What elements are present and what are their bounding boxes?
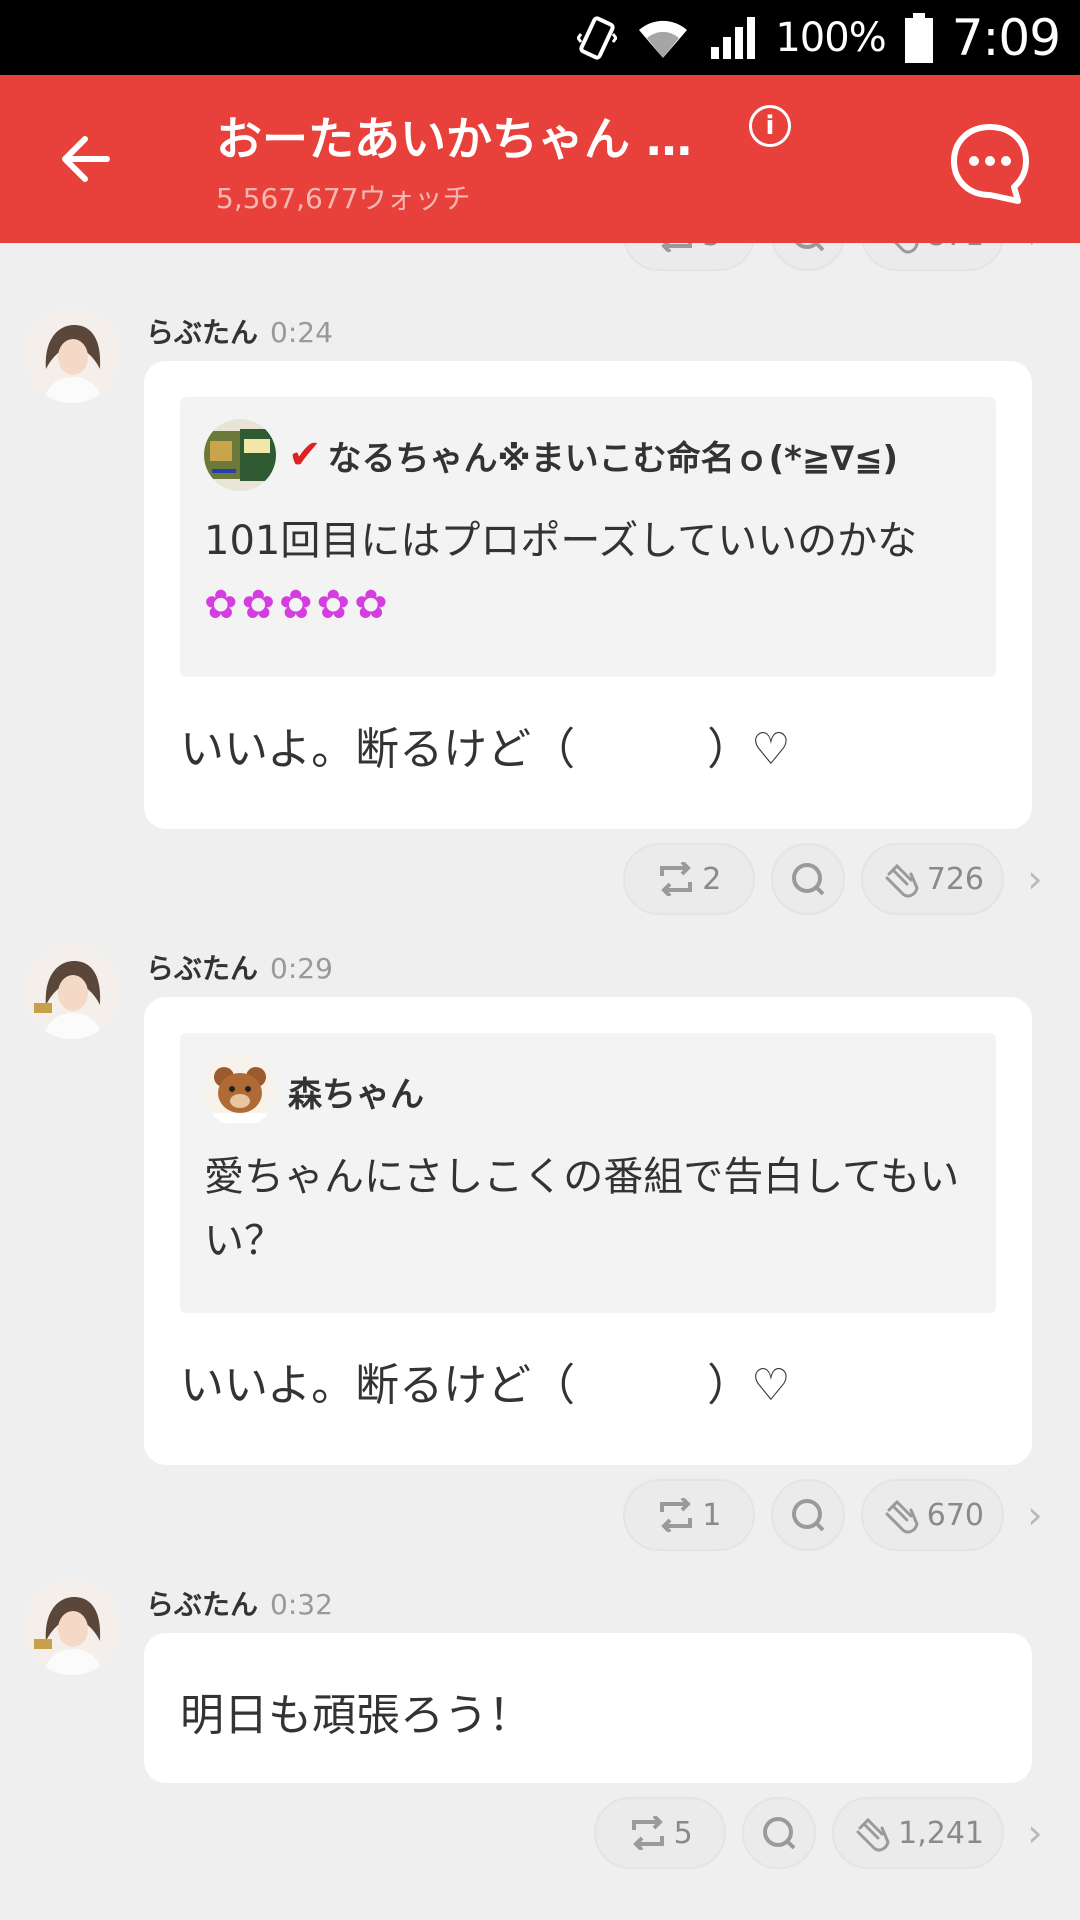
reply-icon xyxy=(763,1817,796,1850)
app-header: おーたあいかちゃん … i 5,567,677ウォッチ xyxy=(0,75,1080,243)
vibrate-icon xyxy=(577,14,618,62)
reply-icon xyxy=(794,243,825,252)
quote-avatar xyxy=(204,1055,276,1127)
author-name: らぶたん xyxy=(146,1588,259,1621)
repost-icon xyxy=(631,1816,664,1850)
back-button[interactable] xyxy=(50,127,120,191)
action-row: 2 726 › xyxy=(622,841,1050,917)
post-author: らぶたん 0:29 xyxy=(146,947,333,987)
repost-button[interactable]: 5 xyxy=(594,1797,727,1869)
repost-icon xyxy=(660,1498,693,1532)
quote-author: なるちゃん※まいこむ命名ｏ(*≧∇≦) xyxy=(327,438,899,479)
author-name: らぶたん xyxy=(146,316,259,349)
clap-button[interactable]: 726 xyxy=(860,843,1004,915)
repost-button[interactable]: 2 xyxy=(622,843,755,915)
message-text: いいよ。断るけど（ ）♡ xyxy=(180,1360,791,1411)
chat-button[interactable] xyxy=(948,121,1032,205)
quote-header: 森ちゃん xyxy=(204,1055,424,1127)
message-bubble[interactable]: 明日も頑張ろう！ xyxy=(144,1633,1032,1783)
action-row: 1 670 › xyxy=(622,1477,1050,1553)
arrow-left-icon xyxy=(62,136,110,182)
clap-icon xyxy=(893,243,919,254)
chevron-right-icon[interactable]: › xyxy=(1020,857,1050,901)
clap-count: 670 xyxy=(926,1497,984,1533)
reply-button[interactable] xyxy=(770,843,845,915)
clap-icon xyxy=(885,863,919,898)
watch-count: 5,567,677ウォッチ xyxy=(216,182,471,215)
chevron-right-icon[interactable]: › xyxy=(1020,1493,1050,1537)
quote-header: ✔ なるちゃん※まいこむ命名ｏ(*≧∇≦) xyxy=(204,419,898,491)
repost-icon xyxy=(661,243,693,252)
post-time: 0:29 xyxy=(270,952,333,985)
clap-button[interactable]: 871 xyxy=(860,243,1004,271)
clap-count: 726 xyxy=(926,861,984,897)
repost-count: 5 xyxy=(702,243,721,253)
repost-count: 5 xyxy=(673,1815,693,1851)
reply-button[interactable] xyxy=(742,1797,817,1869)
avatar[interactable] xyxy=(24,307,120,403)
clap-button[interactable]: 670 xyxy=(860,1479,1004,1551)
clap-icon xyxy=(856,1817,890,1852)
message-bubble[interactable]: 森ちゃん 愛ちゃんにさしこくの番組で告白してもいい？ いいよ。断るけど（ ）♡ xyxy=(144,997,1032,1465)
message-text: いいよ。断るけど（ ）♡ xyxy=(180,724,791,775)
quote-text: 愛ちゃんにさしこくの番組で告白してもいい？ xyxy=(204,1154,960,1264)
chevron-right-icon[interactable]: › xyxy=(1020,1811,1050,1855)
chat-bubble-icon xyxy=(951,124,1029,204)
post-time: 0:32 xyxy=(270,1588,333,1621)
repost-count: 1 xyxy=(702,1497,722,1533)
battery-icon xyxy=(904,12,934,64)
wifi-icon xyxy=(635,16,691,60)
signal-icon xyxy=(709,15,757,61)
repost-button[interactable]: 1 xyxy=(622,1479,755,1551)
page-title: おーたあいかちゃん … xyxy=(216,112,693,166)
chevron-right-icon[interactable]: › xyxy=(1020,243,1050,257)
post-time: 0:24 xyxy=(270,316,333,349)
quote-text: 101回目にはプロポーズしていいのかな ✿✿✿✿✿ xyxy=(204,509,974,637)
clock: 7:09 xyxy=(951,8,1061,67)
action-row: 5 1,241 › xyxy=(594,1795,1050,1871)
quoted-message[interactable]: ✔ なるちゃん※まいこむ命名ｏ(*≧∇≦) 101回目にはプロポーズしていいのか… xyxy=(180,397,996,677)
message-text: 明日も頑張ろう！ xyxy=(180,1690,532,1741)
quote-text-body: 101回目にはプロポーズしていいのかな xyxy=(204,518,918,564)
post-author: らぶたん 0:32 xyxy=(146,1583,333,1623)
timeline-feed[interactable]: 5 871 › らぶたん0:24 ✔ なるちゃん※まいこむ命名ｏ xyxy=(0,243,1080,1920)
repost-count: 2 xyxy=(702,861,722,897)
reply-icon xyxy=(791,1499,825,1532)
clap-count: 1,241 xyxy=(898,1815,984,1851)
action-row-previous: 5 871 › xyxy=(622,243,1050,273)
clap-icon xyxy=(885,1499,919,1534)
flower-decoration: ✿✿✿✿✿ xyxy=(204,582,392,628)
avatar[interactable] xyxy=(24,943,120,1039)
post-author: らぶたん 0:24 xyxy=(146,311,333,351)
message-bubble[interactable]: ✔ なるちゃん※まいこむ命名ｏ(*≧∇≦) 101回目にはプロポーズしていいのか… xyxy=(144,361,1032,829)
quote-author: 森ちゃん xyxy=(288,1074,424,1115)
reply-button[interactable] xyxy=(770,243,845,271)
quote-avatar xyxy=(204,419,276,491)
repost-button[interactable]: 5 xyxy=(622,243,755,271)
status-bar: 100% 7:09 xyxy=(0,0,1080,75)
quoted-message[interactable]: 森ちゃん 愛ちゃんにさしこくの番組で告白してもいい？ xyxy=(180,1033,996,1313)
reply-icon xyxy=(791,863,825,896)
battery-percent: 100% xyxy=(775,14,886,61)
verified-check-icon: ✔ xyxy=(288,432,322,478)
reply-button[interactable] xyxy=(770,1479,845,1551)
author-name: らぶたん xyxy=(146,952,259,985)
info-icon[interactable]: i xyxy=(749,105,791,147)
clap-button[interactable]: 1,241 xyxy=(832,1797,1004,1869)
clap-count: 871 xyxy=(927,243,984,253)
avatar[interactable] xyxy=(24,1579,120,1675)
repost-icon xyxy=(660,862,693,896)
